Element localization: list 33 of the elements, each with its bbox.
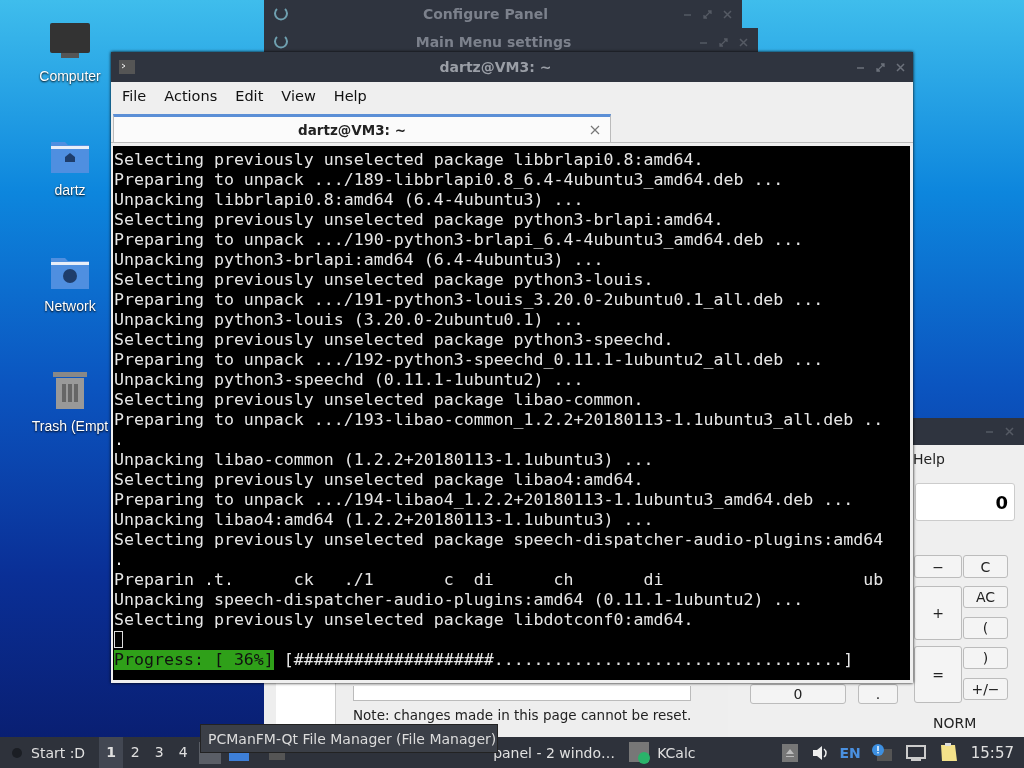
window-title: Main Menu settings — [414, 34, 573, 50]
calculator-display: 0 — [915, 483, 1015, 521]
terminal-line: . — [114, 430, 125, 450]
terminal-line: Selecting previously unselected package speech-dispatcher-audio-plugins:amd64 — [114, 530, 885, 550]
terminal-line: Selecting previously unselected package libbrlapi0.8:amd64. — [114, 150, 705, 170]
terminal-line: Unpacking python3-brlapi:amd64 (6.4-4ubuntu3) ... — [114, 250, 605, 270]
terminal-line: Selecting previously unselected package libao-common. — [114, 390, 645, 410]
terminal-line: Preparing to unpack .../192-python3-speechd_0.11.1-1ubuntu2_all.deb ... — [114, 350, 825, 370]
note-text: Note: changes made in this page cannot be reset. — [353, 707, 693, 723]
terminal-line: Selecting previously unselected package python3-brlapi:amd64. — [114, 210, 725, 230]
terminal-line: Unpacking libao-common (1.2.2+20180113-1.1ubuntu3) ... — [114, 450, 655, 470]
terminal-line: Preparing to unpack .../191-python3-louis_3.20.0-2ubuntu0.1_all.deb ... — [114, 290, 825, 310]
progress-bar-text: [####################...................................] — [283, 650, 854, 670]
terminal-line: Preparing to unpack .../193-libao-common_1.2.2+20180113-1.1ubuntu3_all.deb .. — [114, 410, 885, 430]
terminal-line: Unpacking python3-speechd (0.11.1-1ubuntu2) ... — [114, 370, 585, 390]
window-title: dartz@VM3: ~ — [438, 59, 553, 75]
terminal-line: . — [114, 550, 125, 570]
terminal-line: Preparing to unpack .../190-python3-brlapi_6.4-4ubuntu3_amd64.deb ... — [114, 230, 805, 250]
terminal-line: Unpacking speech-dispatcher-audio-plugins:amd64 (0.11.1-1ubuntu2) ... — [114, 590, 805, 610]
terminal-line: Unpacking python3-louis (3.20.0-2ubuntu0.1) ... — [114, 310, 585, 330]
terminal-line: Selecting previously unselected package python3-speechd. — [114, 330, 675, 350]
terminal-line: Unpacking libbrlapi0.8:amd64 (6.4-4ubuntu3) ... — [114, 190, 585, 210]
terminal-line: Preparin .t. ck ./1 c di ch di ub — [114, 570, 885, 590]
mode-indicator: NORM — [933, 715, 977, 731]
terminal-line: Preparing to unpack .../189-libbrlapi0.8_6.4-4ubuntu3_amd64.deb ... — [114, 170, 785, 190]
terminal-line: Selecting previously unselected package python3-louis. — [114, 270, 655, 290]
terminal-line: Selecting previously unselected package libdotconf0:amd64. — [114, 610, 695, 630]
terminal-line: Unpacking libao4:amd64 (1.2.2+20180113-1.1ubuntu3) ... — [114, 510, 655, 530]
terminal-line: Selecting previously unselected package libao4:amd64. — [114, 470, 645, 490]
progress-label: Progress: [ 36%] — [114, 650, 274, 670]
tooltip: PCManFM-Qt File Manager (File Manager) — [200, 724, 498, 753]
window-title: Configure Panel — [421, 6, 550, 22]
terminal-line: Preparing to unpack .../194-libao4_1.2.2+20180113-1.1ubuntu3_amd64.deb ... — [114, 490, 855, 510]
